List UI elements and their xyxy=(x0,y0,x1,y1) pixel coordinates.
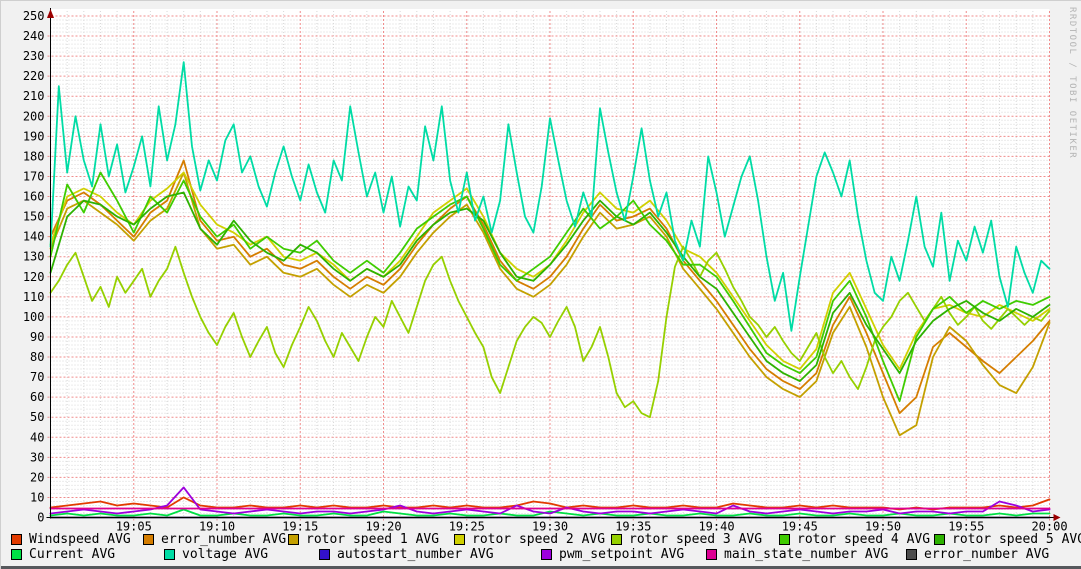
legend-label: rotor speed 5 AVG xyxy=(952,532,1081,547)
legend-color-swatch xyxy=(11,534,22,545)
legend-label: main_state_number AVG xyxy=(724,547,889,562)
y-tick-label: 140 xyxy=(23,230,45,244)
legend-label: Windspeed AVG xyxy=(29,532,131,547)
legend-label: voltage AVG xyxy=(182,547,269,562)
legend-color-swatch xyxy=(611,534,622,545)
y-tick-label: 230 xyxy=(23,49,45,63)
y-tick-label: 80 xyxy=(30,350,44,364)
legend-color-swatch xyxy=(143,534,154,545)
y-tick-label: 10 xyxy=(30,490,44,504)
legend-item-main-state-number: main_state_number AVG xyxy=(706,547,906,562)
legend-color-swatch xyxy=(454,534,465,545)
legend-label: rotor speed 3 AVG xyxy=(629,532,763,547)
legend-color-swatch xyxy=(906,549,917,560)
legend-color-swatch xyxy=(779,534,790,545)
y-tick-label: 240 xyxy=(23,29,45,43)
legend-color-swatch xyxy=(164,549,175,560)
legend-item-error-number-2: error_number AVG xyxy=(906,547,1081,562)
legend-row-2: Current AVG voltage AVG autostart_number… xyxy=(1,547,1081,562)
chart-legend: Windspeed AVG error_number AVG rotor spe… xyxy=(1,532,1081,562)
rrd-graph-canvas: 0 10 20 30 40 50 60 70 80 90 100 110 120 130 140 150 160… xyxy=(23,8,1068,534)
rrdtool-watermark: RRDTOOL / TOBI OETIKER xyxy=(1067,7,1077,160)
legend-label: Current AVG xyxy=(29,547,116,562)
y-tick-label: 70 xyxy=(30,370,44,384)
legend-row-1: Windspeed AVG error_number AVG rotor spe… xyxy=(1,532,1081,547)
legend-label: rotor speed 1 AVG xyxy=(306,532,440,547)
legend-label: autostart_number AVG xyxy=(337,547,494,562)
legend-color-swatch xyxy=(541,549,552,560)
y-tick-label: 100 xyxy=(23,310,45,324)
y-tick-label: 250 xyxy=(23,9,45,23)
legend-color-swatch xyxy=(11,549,22,560)
legend-color-swatch xyxy=(319,549,330,560)
y-tick-label: 170 xyxy=(23,169,45,183)
y-tick-label: 160 xyxy=(23,190,45,204)
y-tick-label: 90 xyxy=(30,330,44,344)
legend-item-autostart-number: autostart_number AVG xyxy=(319,547,541,562)
y-tick-label: 220 xyxy=(23,69,45,83)
y-tick-label: 150 xyxy=(23,210,45,224)
y-tick-label: 110 xyxy=(23,290,45,304)
y-tick-label: 130 xyxy=(23,250,45,264)
legend-item-pwm-setpoint: pwm_setpoint AVG xyxy=(541,547,706,562)
y-tick-label: 210 xyxy=(23,89,45,103)
legend-item-voltage: voltage AVG xyxy=(164,547,319,562)
legend-color-swatch xyxy=(288,534,299,545)
legend-label: rotor speed 2 AVG xyxy=(472,532,606,547)
legend-item-rotor-speed-1: rotor speed 1 AVG xyxy=(288,532,454,547)
legend-label: pwm_setpoint AVG xyxy=(559,547,685,562)
legend-item-rotor-speed-2: rotor speed 2 AVG xyxy=(454,532,611,547)
y-tick-label: 120 xyxy=(23,270,45,284)
y-tick-label: 200 xyxy=(23,109,45,123)
y-tick-label: 0 xyxy=(37,511,44,525)
y-tick-label: 190 xyxy=(23,129,45,143)
legend-item-windspeed: Windspeed AVG xyxy=(11,532,143,547)
legend-item-rotor-speed-5: rotor speed 5 AVG xyxy=(934,532,1081,547)
y-tick-label: 60 xyxy=(30,390,44,404)
legend-item-current: Current AVG xyxy=(11,547,164,562)
legend-item-rotor-speed-4: rotor speed 4 AVG xyxy=(779,532,934,547)
legend-label: error_number AVG xyxy=(924,547,1050,562)
y-tick-label: 40 xyxy=(30,430,44,444)
legend-label: error_number AVG xyxy=(161,532,287,547)
legend-color-swatch xyxy=(706,549,717,560)
y-tick-label: 180 xyxy=(23,149,45,163)
y-tick-label: 50 xyxy=(30,410,44,424)
y-tick-label: 20 xyxy=(30,470,44,484)
y-tick-label: 30 xyxy=(30,450,44,464)
legend-item-rotor-speed-3: rotor speed 3 AVG xyxy=(611,532,779,547)
legend-label: rotor speed 4 AVG xyxy=(797,532,931,547)
legend-color-swatch xyxy=(934,534,945,545)
legend-item-error-number: error_number AVG xyxy=(143,532,288,547)
rrdtool-graph-window: 0 10 20 30 40 50 60 70 80 90 100 110 120 130 140 150 160… xyxy=(0,0,1081,569)
